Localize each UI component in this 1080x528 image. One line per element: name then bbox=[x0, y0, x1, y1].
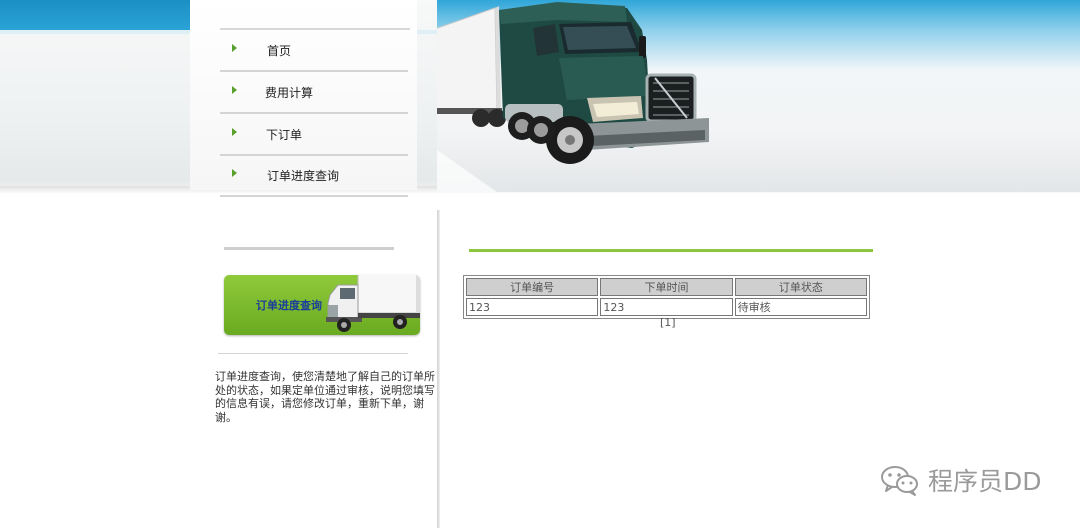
green-triangle-icon bbox=[232, 169, 237, 177]
pagination-link[interactable]: [1] bbox=[660, 316, 676, 329]
order-status-cell: 待审核 bbox=[734, 298, 867, 316]
sidebar-divider-top bbox=[224, 247, 394, 250]
promo-label: 订单进度查询 bbox=[256, 299, 322, 312]
nav-item-label: 费用计算 bbox=[265, 86, 314, 100]
nav-item-order-status[interactable]: 订单进度查询 bbox=[220, 155, 408, 197]
order-time-cell: 123 bbox=[600, 298, 733, 316]
column-divider bbox=[437, 210, 440, 528]
nav-item-label: 下订单 bbox=[266, 128, 303, 142]
watermark: 程序员DD bbox=[880, 462, 1042, 498]
nav-item-fee-calc[interactable]: 费用计算 bbox=[220, 72, 408, 114]
sidebar-divider-bottom bbox=[218, 353, 408, 354]
truck-icon bbox=[437, 2, 709, 192]
box-truck-icon bbox=[326, 275, 420, 332]
green-triangle-icon bbox=[232, 44, 237, 52]
header-top-bar-left bbox=[0, 0, 190, 30]
column-header-order-number: 订单编号 bbox=[466, 278, 599, 296]
watermark-text: 程序员DD bbox=[928, 467, 1042, 496]
nav-item-place-order[interactable]: 下订单 bbox=[220, 114, 408, 156]
table-row: 123 123 待审核 bbox=[466, 298, 867, 316]
nav-item-home[interactable]: 首页 bbox=[220, 30, 408, 72]
orders-table: 订单编号 下单时间 订单状态 123 123 待审核 bbox=[463, 275, 870, 319]
green-triangle-icon bbox=[232, 86, 237, 94]
order-number-cell: 123 bbox=[466, 298, 599, 316]
wechat-icon bbox=[881, 466, 918, 496]
order-status-description: 订单进度查询，使您清楚地了解自己的订单所处的状态，如果定单位通过审核，说明您填写… bbox=[215, 370, 435, 424]
nav-item-label: 首页 bbox=[267, 44, 292, 58]
order-status-promo-banner[interactable]: 订单进度查询 bbox=[224, 275, 420, 335]
content-accent-line bbox=[469, 249, 873, 252]
column-header-order-status: 订单状态 bbox=[734, 278, 867, 296]
hero-image bbox=[437, 0, 1080, 192]
nav-item-label: 订单进度查询 bbox=[267, 169, 340, 183]
green-triangle-icon bbox=[232, 128, 237, 136]
table-header-row: 订单编号 下单时间 订单状态 bbox=[466, 278, 867, 296]
nav-divider bbox=[220, 195, 408, 197]
column-header-order-time: 下单时间 bbox=[600, 278, 733, 296]
